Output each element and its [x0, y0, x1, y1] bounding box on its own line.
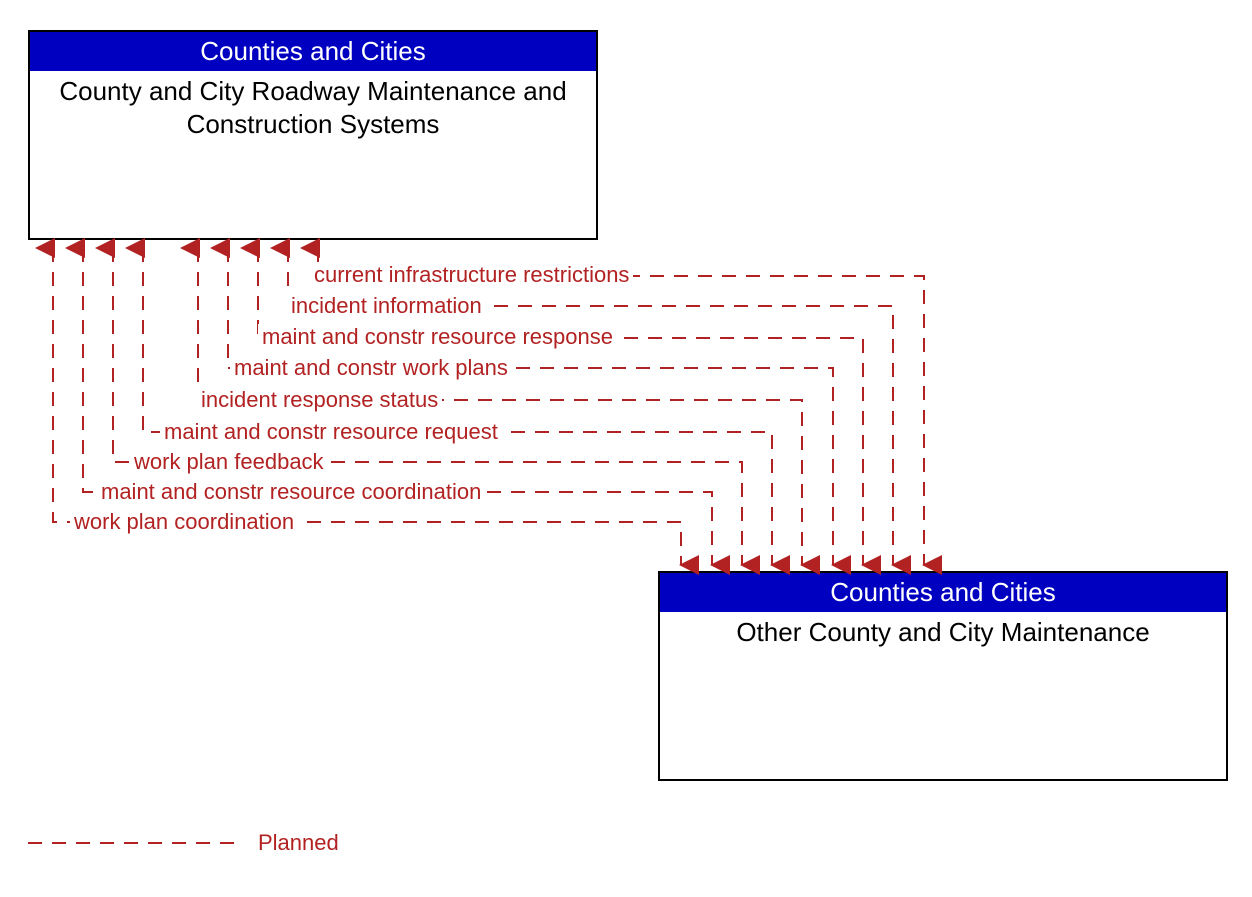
- legend-planned-label: Planned: [258, 830, 339, 856]
- entity-box-1-header: Counties and Cities: [30, 32, 596, 71]
- flow-label-9: work plan coordination: [70, 509, 298, 535]
- flow-label-7: work plan feedback: [130, 449, 328, 475]
- flow-label-5: incident response status: [197, 387, 442, 413]
- entity-box-1-body: County and City Roadway Maintenance and …: [30, 71, 596, 144]
- flow-label-1: current infrastructure restrictions: [310, 262, 633, 288]
- entity-box-1: Counties and Cities County and City Road…: [28, 30, 598, 240]
- flow-label-4: maint and constr work plans: [230, 355, 512, 381]
- flow-label-6: maint and constr resource request: [160, 419, 502, 445]
- flow-label-8: maint and constr resource coordination: [97, 479, 485, 505]
- entity-box-2-header: Counties and Cities: [660, 573, 1226, 612]
- flow-label-3: maint and constr resource response: [258, 324, 617, 350]
- entity-box-2-body: Other County and City Maintenance: [660, 612, 1226, 653]
- flow-label-2: incident information: [287, 293, 486, 319]
- entity-box-2: Counties and Cities Other County and Cit…: [658, 571, 1228, 781]
